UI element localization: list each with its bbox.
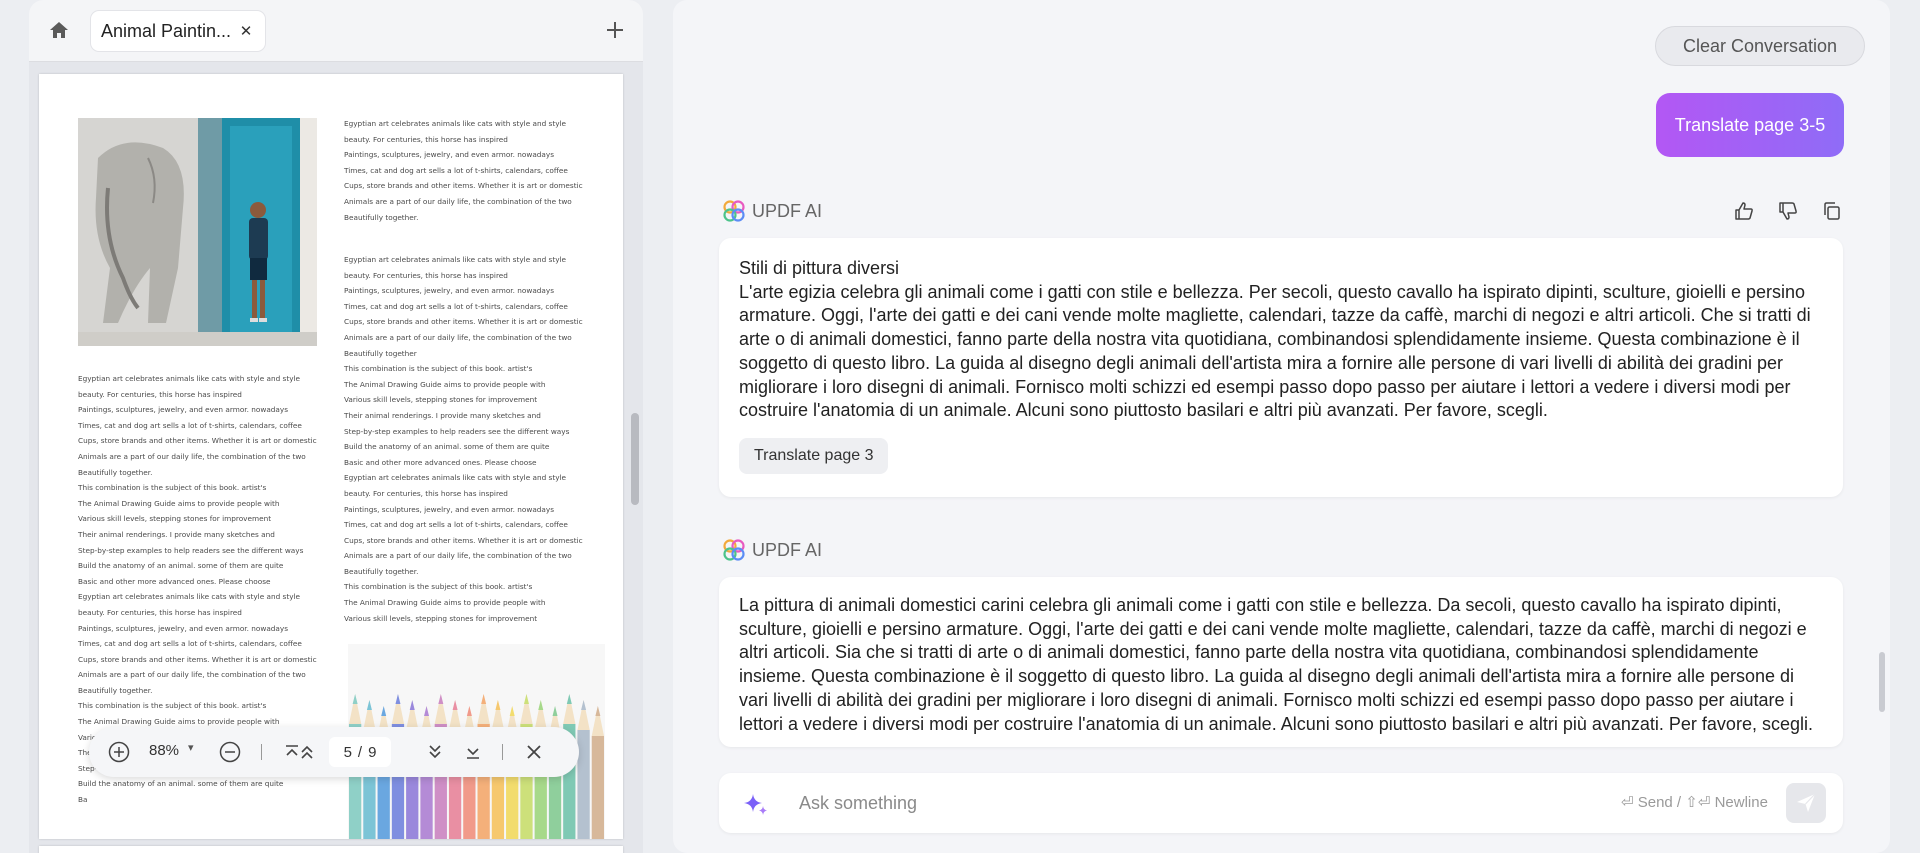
page-indicator[interactable]: 5 / 9 — [329, 737, 391, 767]
document-scrollbar[interactable] — [631, 413, 639, 505]
page-separator: / — [357, 743, 363, 761]
document-tab-label: Animal Paintin... — [101, 20, 232, 41]
total-pages: 9 — [368, 743, 377, 761]
toolbar-divider — [261, 744, 262, 760]
send-icon[interactable] — [1786, 783, 1826, 823]
document-paragraph-a: Egyptian art celebrates animals like cat… — [344, 119, 583, 222]
message-body: L'arte egizia celebra gli animali come i… — [739, 281, 1811, 421]
chevron-down-icon[interactable]: ▾ — [188, 741, 194, 754]
home-icon[interactable] — [47, 18, 71, 42]
ai-message-actions — [1732, 199, 1844, 223]
chat-input-bar: ⏎ Send / ⇧⏎ Newline — [719, 773, 1843, 833]
zoom-level[interactable]: 88% — [149, 742, 179, 759]
sparkle-icon — [744, 794, 767, 815]
pdf-page: Egyptian art celebrates animals like cat… — [39, 74, 623, 839]
send-hint: ⏎ Send / ⇧⏎ Newline — [1621, 794, 1768, 811]
last-page-icon[interactable] — [461, 740, 485, 764]
thumbs-up-icon[interactable] — [1732, 199, 1756, 223]
chat-scrollbar[interactable] — [1879, 652, 1885, 712]
thumbs-down-icon[interactable] — [1776, 199, 1800, 223]
ai-chat-panel: Clear Conversation Translate page 3-5 UP… — [673, 0, 1890, 853]
ai-message-card: La pittura di animali domestici carini c… — [719, 577, 1843, 747]
translate-page-chip[interactable]: Translate page 3 — [739, 437, 889, 474]
copy-icon[interactable] — [1820, 199, 1844, 223]
ai-name: UPDF AI — [752, 200, 823, 221]
ai-message-header: UPDF AI — [722, 538, 822, 562]
tab-bar: Animal Paintin... ✕ — [29, 0, 643, 62]
current-page: 5 — [343, 743, 352, 761]
ai-message-header: UPDF AI — [722, 199, 822, 223]
zoom-toolbar: 88% ▾ 5 / 9 — [89, 727, 579, 777]
message-title: Stili di pittura diversi — [739, 258, 900, 278]
updf-ai-logo-icon — [723, 539, 745, 561]
document-panel: Animal Paintin... ✕ Egyptian art celebra… — [29, 0, 643, 853]
message-body: La pittura di animali domestici carini c… — [739, 595, 1813, 734]
plus-icon[interactable] — [603, 18, 627, 42]
ai-message-card: Stili di pittura diversi L'arte egizia c… — [719, 238, 1843, 497]
user-message-bubble: Translate page 3-5 — [1656, 93, 1844, 157]
toolbar-divider — [502, 744, 503, 760]
elephant-door-photo — [78, 118, 317, 346]
zoom-out-icon[interactable] — [218, 740, 242, 764]
document-tab[interactable]: Animal Paintin... ✕ — [91, 11, 265, 51]
close-toolbar-icon[interactable] — [522, 740, 546, 764]
clear-conversation-button[interactable]: Clear Conversation — [1655, 26, 1865, 66]
next-pdf-page — [39, 846, 623, 853]
updf-ai-logo-icon — [723, 200, 745, 222]
ai-name: UPDF AI — [752, 539, 823, 560]
zoom-in-icon[interactable] — [107, 740, 131, 764]
previous-page-icon[interactable] — [295, 740, 319, 764]
document-paragraph-b: Egyptian art celebrates animals like cat… — [344, 255, 583, 623]
ask-input[interactable] — [799, 787, 1499, 819]
next-page-icon[interactable] — [423, 740, 447, 764]
close-icon[interactable]: ✕ — [237, 22, 255, 40]
